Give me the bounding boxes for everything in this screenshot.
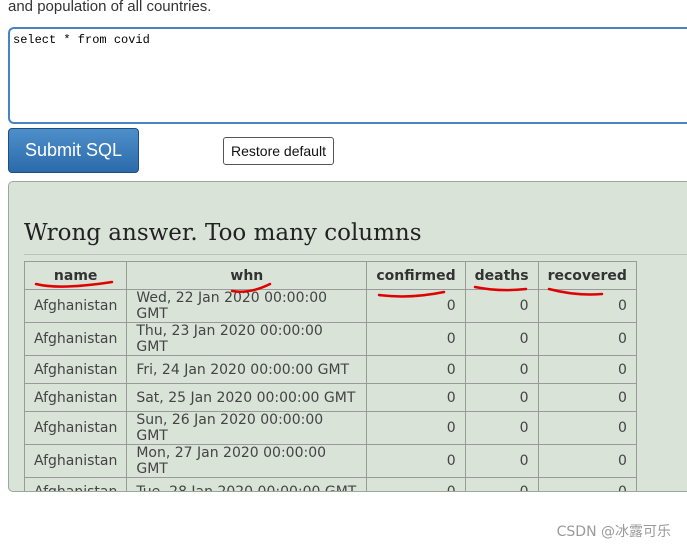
cell-whn: Sun, 26 Jan 2020 00:00:00 GMT: [126, 411, 368, 445]
cell-deaths: 0: [464, 289, 539, 323]
csdn-watermark: CSDN @冰露可乐: [556, 524, 671, 540]
cell-confirmed: 0: [366, 289, 466, 323]
column-header-name[interactable]: name: [23, 261, 128, 290]
table-row: Afghanistan Sun, 26 Jan 2020 00:00:00 GMT…: [23, 411, 637, 445]
cell-recovered: 0: [537, 383, 637, 412]
cell-recovered: 0: [537, 322, 637, 356]
table-row: Afghanistan Mon, 27 Jan 2020 00:00:00 GMT…: [23, 444, 637, 478]
cell-whn: Tue, 28 Jan 2020 00:00:00 GMT: [126, 477, 368, 491]
cell-deaths: 0: [464, 444, 539, 478]
cell-name: Afghanistan: [23, 322, 128, 356]
restore-default-button[interactable]: Restore default: [223, 137, 334, 165]
column-header-confirmed[interactable]: confirmed: [366, 261, 466, 290]
cell-whn: Wed, 22 Jan 2020 00:00:00 GMT: [126, 289, 368, 323]
cell-name: Afghanistan: [23, 383, 128, 412]
cell-confirmed: 0: [366, 322, 466, 356]
result-panel: Wrong answer. Too many columns name whn …: [8, 181, 687, 492]
cell-deaths: 0: [464, 322, 539, 356]
cell-recovered: 0: [537, 411, 637, 445]
sql-input[interactable]: [8, 27, 687, 124]
cell-confirmed: 0: [366, 477, 466, 491]
cell-name: Afghanistan: [23, 444, 128, 478]
cell-confirmed: 0: [366, 411, 466, 445]
cell-confirmed: 0: [366, 383, 466, 412]
cell-whn: Thu, 23 Jan 2020 00:00:00 GMT: [126, 322, 368, 356]
cell-recovered: 0: [537, 355, 637, 384]
cell-name: Afghanistan: [23, 355, 128, 384]
cell-name: Afghanistan: [23, 477, 128, 491]
message-divider: [24, 254, 687, 255]
table-row: Afghanistan Wed, 22 Jan 2020 00:00:00 GMT…: [23, 289, 637, 323]
cell-recovered: 0: [537, 477, 637, 491]
cell-deaths: 0: [464, 355, 539, 384]
cell-confirmed: 0: [366, 444, 466, 478]
header-row: name whn confirmed deaths recovered: [23, 261, 637, 290]
result-message: Wrong answer. Too many columns: [24, 220, 422, 246]
results-table: name whn confirmed deaths recovered Afgh…: [23, 261, 637, 491]
submit-sql-button[interactable]: Submit SQL: [8, 128, 139, 173]
cell-recovered: 0: [537, 289, 637, 323]
cell-whn: Mon, 27 Jan 2020 00:00:00 GMT: [126, 444, 368, 478]
cell-whn: Fri, 24 Jan 2020 00:00:00 GMT: [126, 355, 368, 384]
table-row: Afghanistan Fri, 24 Jan 2020 00:00:00 GMT…: [23, 355, 637, 384]
cell-deaths: 0: [464, 383, 539, 412]
table-row: Afghanistan Thu, 23 Jan 2020 00:00:00 GMT…: [23, 322, 637, 356]
column-header-whn[interactable]: whn: [126, 261, 368, 290]
table-row: Afghanistan Tue, 28 Jan 2020 00:00:00 GMT…: [23, 477, 637, 491]
cell-recovered: 0: [537, 444, 637, 478]
table-row: Afghanistan Sat, 25 Jan 2020 00:00:00 GMT…: [23, 383, 637, 412]
cell-name: Afghanistan: [23, 411, 128, 445]
column-header-recovered[interactable]: recovered: [537, 261, 637, 290]
cell-name: Afghanistan: [23, 289, 128, 323]
cell-deaths: 0: [464, 411, 539, 445]
column-header-deaths[interactable]: deaths: [464, 261, 539, 290]
cell-whn: Sat, 25 Jan 2020 00:00:00 GMT: [126, 383, 368, 412]
cell-confirmed: 0: [366, 355, 466, 384]
cell-deaths: 0: [464, 477, 539, 491]
intro-text: and population of all countries.: [8, 0, 212, 15]
